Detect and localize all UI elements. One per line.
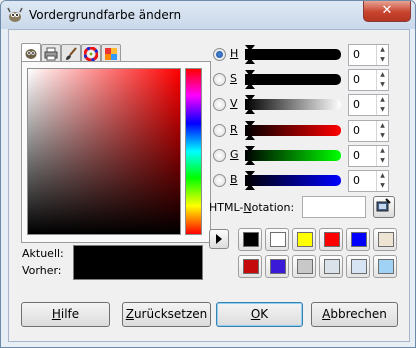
spinbox-value: 0	[353, 73, 360, 86]
spin-down-icon[interactable]: ▼	[376, 181, 388, 191]
html-notation-input[interactable]	[302, 196, 366, 218]
spinbox-value: 0	[353, 48, 360, 61]
dialog-window: Vordergrundfarbe ändern ✕ Aktuell: Vorhe…	[0, 0, 416, 348]
spinbox-value: 0	[353, 174, 360, 187]
spin-up-icon[interactable]: ▲	[376, 121, 388, 131]
hue-strip[interactable]	[185, 68, 202, 235]
history-swatch[interactable]	[373, 228, 397, 251]
eyedropper-icon	[376, 198, 391, 212]
history-swatch[interactable]	[292, 255, 316, 278]
slider-r[interactable]	[245, 121, 341, 140]
color-wheel-icon	[84, 47, 98, 61]
spin-up-icon[interactable]: ▲	[376, 146, 388, 156]
cancel-button[interactable]: Abbrechen	[311, 302, 398, 327]
window-title: Vordergrundfarbe ändern	[29, 8, 182, 22]
radio-g[interactable]	[213, 149, 226, 162]
swatch-color	[324, 259, 340, 274]
swatch-color	[243, 259, 259, 274]
swatch-color	[378, 259, 394, 274]
gimp-wilber-icon	[25, 49, 37, 59]
tab-cmyk[interactable]	[41, 44, 61, 62]
slider-g[interactable]	[245, 146, 341, 165]
history-swatch[interactable]	[346, 228, 370, 251]
spinbox-v[interactable]: 0 ▲ ▼	[348, 94, 389, 116]
channel-label-b: B	[230, 173, 238, 186]
history-swatch[interactable]	[238, 255, 262, 278]
history-swatch[interactable]	[319, 228, 343, 251]
spin-up-icon[interactable]: ▲	[376, 45, 388, 55]
saturation-value-square[interactable]	[27, 68, 181, 235]
gimp-app-icon	[7, 7, 23, 22]
color-preview-swatch	[73, 245, 203, 280]
spin-down-icon[interactable]: ▼	[376, 105, 388, 115]
current-color-label: Aktuell:	[22, 247, 64, 260]
spinbox-s[interactable]: 0 ▲ ▼	[348, 69, 389, 91]
spin-down-icon[interactable]: ▼	[376, 131, 388, 141]
printer-icon	[44, 47, 58, 61]
radio-b[interactable]	[213, 174, 226, 187]
radio-v[interactable]	[213, 98, 226, 111]
color-picker-button[interactable]	[373, 196, 395, 218]
swatch-color	[243, 232, 259, 247]
reset-button[interactable]: Zurücksetzen	[122, 302, 211, 327]
color-palette-icon	[105, 48, 117, 60]
ok-button[interactable]: OK	[216, 302, 303, 327]
paintbrush-icon	[66, 47, 77, 60]
previous-color-label: Vorher:	[22, 264, 62, 277]
spinbox-r[interactable]: 0 ▲ ▼	[348, 120, 389, 142]
spin-down-icon[interactable]: ▼	[376, 156, 388, 166]
history-swatch[interactable]	[319, 255, 343, 278]
color-selector-pane	[21, 61, 211, 243]
history-swatch[interactable]	[265, 255, 289, 278]
spinbox-h[interactable]: 0 ▲ ▼	[348, 44, 389, 66]
swatch-color	[297, 232, 313, 247]
history-swatch[interactable]	[238, 228, 262, 251]
channel-label-g: G	[230, 148, 239, 161]
radio-s[interactable]	[213, 73, 226, 86]
history-swatch[interactable]	[265, 228, 289, 251]
swatch-color	[378, 232, 394, 247]
spin-up-icon[interactable]: ▲	[376, 171, 388, 181]
spin-up-icon[interactable]: ▲	[376, 70, 388, 80]
add-to-history-button[interactable]	[209, 229, 229, 249]
spinbox-value: 0	[353, 124, 360, 137]
help-button[interactable]: Hilfe	[21, 302, 110, 327]
close-button[interactable]: ✕	[363, 1, 411, 22]
title-bar[interactable]: Vordergrundfarbe ändern ✕	[1, 1, 415, 29]
spin-up-icon[interactable]: ▲	[376, 95, 388, 105]
tab-palette[interactable]	[101, 44, 121, 62]
tab-watercolor[interactable]	[61, 44, 81, 62]
swatch-color	[351, 232, 367, 247]
spin-down-icon[interactable]: ▼	[376, 55, 388, 65]
spin-down-icon[interactable]: ▼	[376, 80, 388, 90]
radio-r[interactable]	[213, 124, 226, 137]
swatch-color	[351, 259, 367, 274]
dialog-body: Aktuell: Vorher: H 0 ▲ ▼ S 0 ▲ ▼ V 0 ▲ ▼ R 0 ▲ ▼ G 0 ▲ ▼ B 0 ▲…	[8, 29, 410, 342]
html-notation-label: HTML-Notation:	[209, 201, 295, 214]
channel-label-h: H	[230, 47, 239, 60]
slider-h[interactable]	[245, 45, 341, 64]
channel-label-v: V	[230, 97, 238, 110]
tab-gimp-selector[interactable]	[21, 43, 41, 62]
slider-s[interactable]	[245, 70, 341, 89]
slider-v[interactable]	[245, 95, 341, 114]
history-swatch[interactable]	[292, 228, 316, 251]
slider-b[interactable]	[245, 171, 341, 190]
spinbox-g[interactable]: 0 ▲ ▼	[348, 145, 389, 167]
swatch-color	[297, 259, 313, 274]
swatch-color	[324, 232, 340, 247]
spinbox-value: 0	[353, 149, 360, 162]
swatch-color	[270, 259, 286, 274]
spinbox-b[interactable]: 0 ▲ ▼	[348, 170, 389, 192]
channel-label-s: S	[230, 72, 237, 85]
radio-h[interactable]	[213, 48, 226, 61]
tab-color-wheel[interactable]	[81, 44, 101, 62]
history-swatch[interactable]	[373, 255, 397, 278]
history-swatch[interactable]	[346, 255, 370, 278]
play-arrow-icon	[216, 234, 222, 244]
swatch-color	[270, 232, 286, 247]
spinbox-value: 0	[353, 98, 360, 111]
channel-label-r: R	[230, 123, 238, 136]
